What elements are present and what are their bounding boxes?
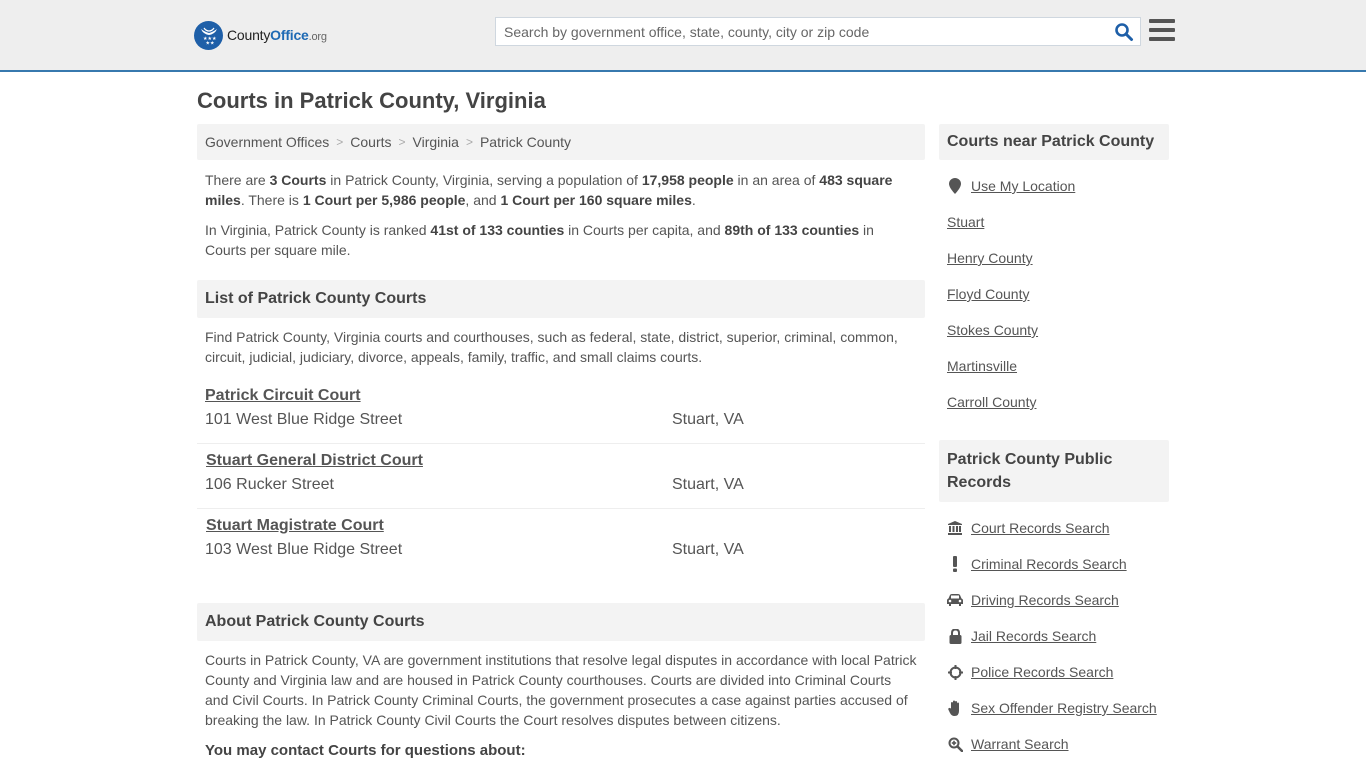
main-content: Government Offices > Courts > Virginia >… xyxy=(197,124,925,759)
driving-records-search-link[interactable]: Driving Records Search xyxy=(971,592,1119,608)
about-section-heading: About Patrick County Courts xyxy=(197,603,925,641)
hand-icon xyxy=(947,700,963,716)
jail-records-search-link[interactable]: Jail Records Search xyxy=(971,628,1096,644)
search-button[interactable] xyxy=(1114,22,1134,42)
court-list-item: Patrick Circuit Court 101 West Blue Ridg… xyxy=(197,379,925,444)
nearby-item: Carroll County xyxy=(947,384,1161,420)
warrant-search-link[interactable]: Warrant Search xyxy=(971,736,1069,752)
text: There are xyxy=(205,172,270,188)
nearby-item: Henry County xyxy=(947,240,1161,276)
nearby-link-henry-county[interactable]: Henry County xyxy=(947,250,1033,266)
intro-stats-paragraph: There are 3 Courts in Patrick County, Vi… xyxy=(197,170,925,210)
car-icon xyxy=(947,592,963,608)
list-section-heading: List of Patrick County Courts xyxy=(197,280,925,318)
nearby-item: Stokes County xyxy=(947,312,1161,348)
court-records-search-link[interactable]: Court Records Search xyxy=(971,520,1110,536)
courthouse-icon xyxy=(947,520,963,536)
contact-heading: You may contact Courts for questions abo… xyxy=(205,742,526,759)
nearby-item: Martinsville xyxy=(947,348,1161,384)
text: in Patrick County, Virginia, serving a p… xyxy=(326,172,642,188)
nearby-link-carroll-county[interactable]: Carroll County xyxy=(947,394,1036,410)
nearby-link-floyd-county[interactable]: Floyd County xyxy=(947,286,1029,302)
per-capita-rank: 41st of 133 counties xyxy=(430,222,565,238)
court-count: 3 Courts xyxy=(269,172,327,188)
court-name-link[interactable]: Stuart General District Court xyxy=(206,449,423,473)
breadcrumb-patrick-county[interactable]: Patrick County xyxy=(480,134,571,150)
court-address: 101 West Blue Ridge Street xyxy=(205,411,403,428)
public-record-item: Court Records Search xyxy=(947,510,1161,546)
nearby-link-martinsville[interactable]: Martinsville xyxy=(947,358,1017,374)
police-records-search-link[interactable]: Police Records Search xyxy=(971,664,1113,680)
hamburger-menu-icon xyxy=(1149,19,1175,41)
nearby-courts-list: Use My Location Stuart Henry County Floy… xyxy=(939,168,1169,420)
court-list-item: Stuart Magistrate Court 103 West Blue Ri… xyxy=(197,509,925,574)
crosshairs-icon xyxy=(947,664,963,680)
criminal-records-search-link[interactable]: Criminal Records Search xyxy=(971,556,1127,572)
exclamation-icon xyxy=(947,556,963,572)
text: in Courts per capita, and xyxy=(564,222,725,238)
court-address: 106 Rucker Street xyxy=(205,476,334,493)
breadcrumb-separator: > xyxy=(465,135,473,149)
hamburger-menu-button[interactable] xyxy=(1149,19,1175,43)
court-list: Patrick Circuit Court 101 West Blue Ridg… xyxy=(197,379,925,574)
logo-text-tld: .org xyxy=(308,31,327,43)
nearby-item: Stuart xyxy=(947,204,1161,240)
breadcrumb-government-offices[interactable]: Government Offices xyxy=(205,134,329,150)
public-record-item: Jail Records Search xyxy=(947,618,1161,654)
public-record-item: Police Records Search xyxy=(947,654,1161,690)
search-icon xyxy=(1115,23,1133,41)
intro-rank-paragraph: In Virginia, Patrick County is ranked 41… xyxy=(197,220,925,260)
courts-per-capita: 1 Court per 5,986 people xyxy=(302,192,466,208)
site-header: ★★★ ★★ CountyOffice.org xyxy=(0,0,1366,72)
breadcrumb-courts[interactable]: Courts xyxy=(350,134,391,150)
use-my-location-item: Use My Location xyxy=(947,168,1161,204)
page-title: Courts in Patrick County, Virginia xyxy=(197,88,546,113)
use-my-location-link[interactable]: Use My Location xyxy=(971,178,1075,194)
breadcrumb: Government Offices > Courts > Virginia >… xyxy=(197,124,925,160)
breadcrumb-virginia[interactable]: Virginia xyxy=(413,134,459,150)
text: . There is xyxy=(240,192,303,208)
site-logo[interactable]: ★★★ ★★ CountyOffice.org xyxy=(194,20,327,50)
nearby-link-stuart[interactable]: Stuart xyxy=(947,214,984,230)
zoom-in-icon xyxy=(947,736,963,752)
map-marker-icon xyxy=(947,178,963,194)
courts-per-area: 1 Court per 160 square miles xyxy=(500,192,692,208)
about-section-body: Courts in Patrick County, VA are governm… xyxy=(205,652,917,728)
breadcrumb-separator: > xyxy=(398,135,406,149)
nearby-link-stokes-county[interactable]: Stokes County xyxy=(947,322,1038,338)
public-records-list: Court Records Search Criminal Records Se… xyxy=(939,510,1169,762)
search-input[interactable] xyxy=(496,18,1106,45)
per-area-rank: 89th of 133 counties xyxy=(724,222,860,238)
logo-wordmark: CountyOffice.org xyxy=(227,27,327,43)
logo-text-county: County xyxy=(227,27,271,43)
public-records-heading: Patrick County Public Records xyxy=(939,440,1169,502)
public-record-item: Criminal Records Search xyxy=(947,546,1161,582)
lock-icon xyxy=(947,628,963,644)
svg-text:★★: ★★ xyxy=(205,41,214,47)
nearby-courts-heading: Courts near Patrick County xyxy=(939,124,1169,160)
eagle-stars-logo-icon: ★★★ ★★ xyxy=(194,20,223,50)
court-name-link[interactable]: Stuart Magistrate Court xyxy=(206,514,384,538)
public-record-item: Driving Records Search xyxy=(947,582,1161,618)
court-list-item: Stuart General District Court 106 Rucker… xyxy=(197,444,925,509)
text: in an area of xyxy=(733,172,820,188)
logo-text-office: Office xyxy=(270,27,309,43)
court-name-link[interactable]: Patrick Circuit Court xyxy=(205,384,361,408)
text: . xyxy=(691,192,696,208)
sex-offender-registry-search-link[interactable]: Sex Offender Registry Search xyxy=(971,700,1157,716)
list-section-description: Find Patrick County, Virginia courts and… xyxy=(205,329,898,365)
text: , and xyxy=(465,192,501,208)
nearby-item: Floyd County xyxy=(947,276,1161,312)
text: In Virginia, Patrick County is ranked xyxy=(205,222,431,238)
search-bar xyxy=(495,17,1141,46)
population: 17,958 people xyxy=(641,172,734,188)
public-record-item: Warrant Search xyxy=(947,726,1161,762)
court-address: 103 West Blue Ridge Street xyxy=(205,541,403,558)
public-record-item: Sex Offender Registry Search xyxy=(947,690,1161,726)
breadcrumb-separator: > xyxy=(336,135,344,149)
court-city: Stuart, VA xyxy=(672,411,744,428)
court-city: Stuart, VA xyxy=(672,541,744,558)
court-city: Stuart, VA xyxy=(672,476,744,493)
sidebar: Courts near Patrick County Use My Locati… xyxy=(939,124,1169,762)
